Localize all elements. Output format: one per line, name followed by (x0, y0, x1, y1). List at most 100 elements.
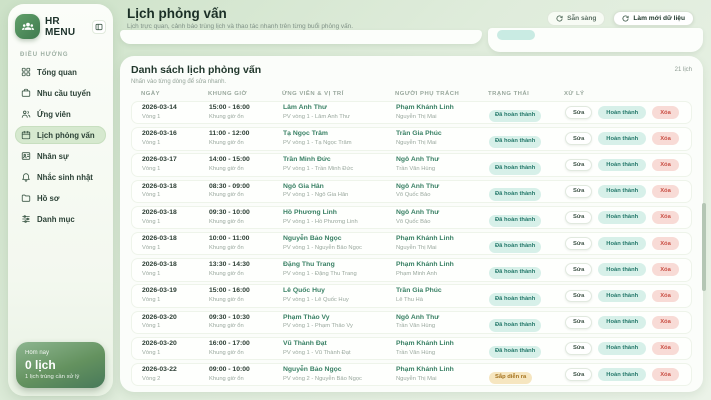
table-row[interactable]: 2026-03-14 Vòng 1 15:00 - 16:00 Khung gi… (131, 101, 692, 124)
sidebar-item-2[interactable]: Ứng viên (15, 105, 106, 123)
table-row[interactable]: 2026-03-17 Vòng 1 14:00 - 15:00 Khung gi… (131, 153, 692, 176)
edit-button[interactable]: Sửa (565, 342, 592, 355)
table-row[interactable]: 2026-03-20 Vòng 1 09:30 - 10:30 Khung gi… (131, 311, 692, 334)
assistant-name: Phạm Minh Anh (396, 271, 489, 279)
complete-button[interactable]: Hoàn thành (598, 211, 646, 224)
row-round: Vòng 1 (142, 114, 209, 122)
sidebar-item-3[interactable]: Lịch phỏng vấn (15, 126, 106, 144)
row-date: 2026-03-18 (142, 261, 209, 270)
complete-button[interactable]: Hoàn thành (598, 342, 646, 355)
candidate-name: Nguyễn Bảo Ngọc (283, 235, 396, 244)
edit-button[interactable]: Sửa (565, 185, 592, 198)
sidebar-item-1[interactable]: Nhu cầu tuyển (15, 84, 106, 102)
sidebar-item-4[interactable]: Nhân sự (15, 147, 106, 165)
owner-name: Phạm Khánh Linh (396, 366, 489, 375)
candidate-name: Đặng Thu Trang (283, 261, 396, 270)
candidate-name: Vũ Thành Đạt (283, 340, 396, 349)
complete-button[interactable]: Hoàn thành (598, 159, 646, 172)
bell-icon (21, 172, 31, 182)
row-time: 14:00 - 15:00 (209, 156, 283, 165)
edit-button[interactable]: Sửa (565, 106, 592, 119)
complete-button[interactable]: Hoàn thành (598, 368, 646, 381)
sidebar-item-label: Nhắc sinh nhật (37, 173, 93, 182)
delete-button[interactable]: Xóa (652, 290, 679, 303)
scrollbar-thumb[interactable] (702, 203, 706, 291)
owner-name: Phạm Khánh Linh (396, 340, 489, 349)
row-time: 10:00 - 11:00 (209, 235, 283, 244)
app-root: HR MENU ĐIỀU HƯỚNG Tổng quan Nhu cầu tuy… (0, 0, 711, 400)
row-round: Vòng 1 (142, 140, 209, 148)
table-row[interactable]: 2026-03-18 Vòng 1 13:30 - 14:30 Khung gi… (131, 258, 692, 281)
candidate-name: Lê Quốc Huy (283, 287, 396, 296)
users-icon (21, 109, 31, 119)
row-time-note: Khung giờ ổn (209, 192, 283, 200)
row-date: 2026-03-22 (142, 366, 209, 375)
table-row[interactable]: 2026-03-18 Vòng 1 08:30 - 09:00 Khung gi… (131, 180, 692, 203)
edit-button[interactable]: Sửa (565, 237, 592, 250)
candidate-name: Ngô Gia Hân (283, 183, 396, 192)
delete-button[interactable]: Xóa (652, 159, 679, 172)
row-date: 2026-03-19 (142, 287, 209, 296)
col-candidate: ỨNG VIÊN & VỊ TRÍ (282, 91, 395, 97)
complete-button[interactable]: Hoàn thành (598, 316, 646, 329)
sidebar-item-5[interactable]: Nhắc sinh nhật (15, 168, 106, 186)
complete-button[interactable]: Hoàn thành (598, 263, 646, 276)
row-round: Vòng 1 (142, 297, 209, 305)
sliders-icon (21, 214, 31, 224)
assistant-name: Võ Quốc Bảo (396, 219, 489, 227)
col-status: TRẠNG THÁI (488, 91, 564, 97)
complete-button[interactable]: Hoàn thành (598, 290, 646, 303)
assistant-name: Nguyễn Thị Mai (396, 114, 489, 122)
delete-button[interactable]: Xóa (652, 342, 679, 355)
sidebar-item-label: Danh mục (37, 215, 75, 224)
complete-button[interactable]: Hoàn thành (598, 237, 646, 250)
edit-button[interactable]: Sửa (565, 132, 592, 145)
owner-name: Ngô Anh Thư (396, 183, 489, 192)
status-badge: Đã hoàn thành (489, 162, 541, 174)
assistant-name: Nguyễn Thị Mai (396, 140, 489, 148)
row-time-note: Khung giờ ổn (209, 245, 283, 253)
owner-name: Phạm Khánh Linh (396, 104, 489, 113)
edit-button[interactable]: Sửa (565, 211, 592, 224)
delete-button[interactable]: Xóa (652, 106, 679, 119)
row-round: Vòng 1 (142, 219, 209, 227)
edit-button[interactable]: Sửa (565, 159, 592, 172)
table-row[interactable]: 2026-03-19 Vòng 1 15:00 - 16:00 Khung gi… (131, 284, 692, 307)
assistant-name: Nguyễn Thị Mai (396, 376, 489, 384)
delete-button[interactable]: Xóa (652, 211, 679, 224)
complete-button[interactable]: Hoàn thành (598, 132, 646, 145)
owner-name: Trần Gia Phúc (396, 130, 489, 139)
delete-button[interactable]: Xóa (652, 316, 679, 329)
sidebar-item-label: Ứng viên (37, 110, 71, 119)
edit-button[interactable]: Sửa (565, 263, 592, 276)
delete-button[interactable]: Xóa (652, 132, 679, 145)
table-row[interactable]: 2026-03-18 Vòng 1 09:30 - 10:00 Khung gi… (131, 206, 692, 229)
candidate-name: Trần Minh Đức (283, 156, 396, 165)
delete-button[interactable]: Xóa (652, 263, 679, 276)
table-row[interactable]: 2026-03-20 Vòng 1 16:00 - 17:00 Khung gi… (131, 337, 692, 360)
complete-button[interactable]: Hoàn thành (598, 185, 646, 198)
sidebar-item-0[interactable]: Tổng quan (15, 63, 106, 81)
sidebar-item-6[interactable]: Hồ sơ (15, 189, 106, 207)
edit-button[interactable]: Sửa (565, 316, 592, 329)
table-row[interactable]: 2026-03-22 Vòng 2 09:00 - 10:00 Khung gi… (131, 363, 692, 386)
row-time-note: Khung giờ ổn (209, 219, 283, 227)
sidebar-item-7[interactable]: Danh mục (15, 210, 106, 228)
summary-label: Hôm nay (25, 350, 96, 356)
owner-name: Phạm Khánh Linh (396, 235, 489, 244)
status-badge: Sắp diễn ra (489, 372, 532, 384)
table-row[interactable]: 2026-03-16 Vòng 1 11:00 - 12:00 Khung gi… (131, 127, 692, 150)
status-badge: Đã hoàn thành (489, 319, 541, 331)
edit-button[interactable]: Sửa (565, 368, 592, 381)
delete-button[interactable]: Xóa (652, 185, 679, 198)
edit-button[interactable]: Sửa (565, 290, 592, 303)
delete-button[interactable]: Xóa (652, 368, 679, 381)
sidebar-collapse-button[interactable] (92, 20, 106, 34)
row-time-note: Khung giờ ổn (209, 140, 283, 148)
refresh-data-button[interactable]: Làm mới dữ liệu (613, 11, 694, 26)
table-row[interactable]: 2026-03-18 Vòng 1 10:00 - 11:00 Khung gi… (131, 232, 692, 255)
delete-button[interactable]: Xóa (652, 237, 679, 250)
complete-button[interactable]: Hoàn thành (598, 106, 646, 119)
candidate-position: PV vòng 1 - Tạ Ngọc Trâm (283, 140, 396, 148)
app-title: HR MENU (45, 16, 87, 38)
